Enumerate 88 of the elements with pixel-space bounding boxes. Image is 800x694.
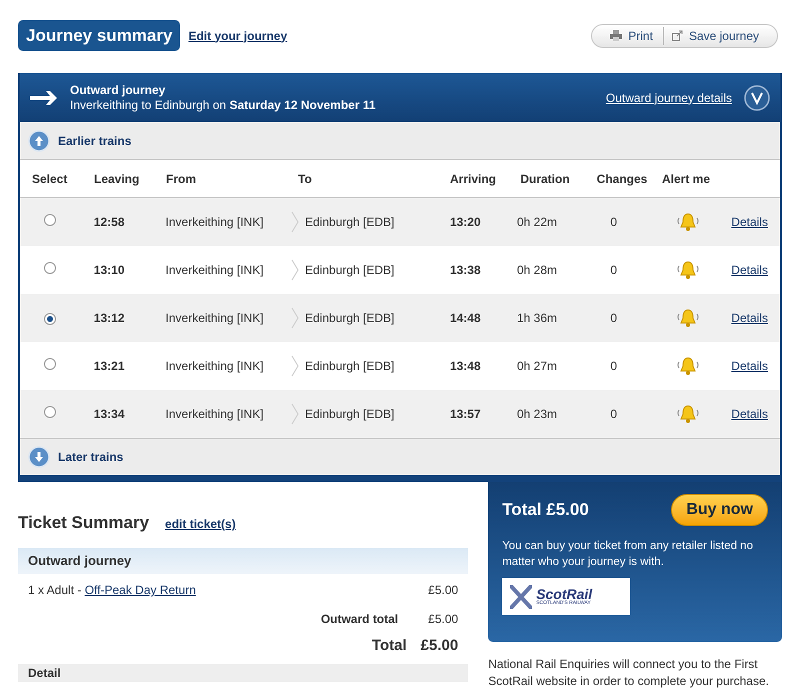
edit-tickets-link[interactable]: edit ticket(s) [165,515,236,533]
save-journey-button[interactable]: Save journey [662,26,765,44]
column-header: Alert me [662,170,712,188]
chevron-icon [291,307,299,329]
retailer-note: You can buy your ticket from any retailer listed no matter who your journey is with. [502,539,754,570]
arrow-icon [30,90,60,104]
earlier-trains-label[interactable]: Earlier trains [58,132,132,150]
to-station: Edinburgh [EDB] [305,406,394,423]
leaving-time: 12:58 [94,215,124,229]
arriving-time: 14:48 [450,311,481,325]
changes-count: 0 [610,215,618,229]
column-header: Duration [519,170,571,188]
column-header: Leaving [94,170,140,188]
bell-icon[interactable] [676,260,700,280]
changes-count: 0 [610,407,618,421]
to-station: Edinburgh [EDB] [305,358,394,375]
to-station: Edinburgh [EDB] [305,262,394,279]
arriving-time: 13:20 [450,215,481,229]
details-link[interactable]: Details [731,213,768,231]
details-section-bar: Detail [18,664,468,682]
radio-button[interactable] [44,406,56,418]
bell-icon[interactable] [676,356,700,376]
earlier-trains-bar[interactable]: Earlier trains [20,122,780,160]
radio-button[interactable] [44,214,56,226]
export-icon [672,30,683,41]
route-text: Inverkeithing to Edinburgh on Saturday 12 November 11 [70,98,376,112]
chevron-icon [291,403,299,425]
column-header: Changes [596,170,648,188]
details-link[interactable]: Details [731,309,768,327]
details-link[interactable]: Details [731,357,768,375]
column-header: Select [32,170,68,188]
expand-icon[interactable] [744,84,770,110]
leaving-time: 13:10 [94,263,124,277]
footer-note: National Rail Enquiries will connect you to the First ScotRail website in order to complete your purchase. [488,656,770,690]
outward-total-label: Outward total [320,611,398,628]
printer-icon [610,30,622,41]
outward-details-link[interactable]: Outward journey details [606,88,732,106]
section-heading: Outward journey [18,548,468,574]
buy-total: Total £5.00 [502,499,589,522]
from-station: Inverkeithing [INK] [166,406,264,423]
print-button[interactable]: Print [604,26,659,44]
buy-now-button[interactable]: Buy now [671,494,768,526]
column-header: Arriving [448,170,497,188]
leaving-time: 13:12 [94,311,124,325]
radio-button[interactable] [44,313,56,325]
outward-total: £5.00 [428,611,458,628]
arriving-time: 13:57 [450,407,481,421]
ticket-type-link[interactable]: Off-Peak Day Return [84,583,196,597]
arriving-time: 13:38 [450,263,481,277]
total-amount: £5.00 [420,636,458,656]
from-station: Inverkeithing [INK] [166,358,264,375]
changes-count: 0 [610,311,618,325]
to-station: Edinburgh [EDB] [305,310,394,327]
total-label: Total [372,636,407,656]
duration: 0h 22m [517,215,558,229]
leaving-time: 13:34 [94,407,124,421]
details-link[interactable]: Details [731,261,768,279]
duration: 0h 28m [517,263,558,277]
duration: 1h 36m [517,311,558,325]
to-station: Edinburgh [EDB] [305,214,394,231]
chevron-icon [291,259,299,281]
leaving-time: 13:21 [94,359,124,373]
from-station: Inverkeithing [INK] [166,214,264,231]
later-trains-bar[interactable]: Later trains [20,438,780,480]
ticket-price: £5.00 [428,582,458,599]
radio-button[interactable] [44,358,56,370]
duration: 0h 27m [517,359,558,373]
chevron-icon [291,211,299,233]
details-link[interactable]: Details [731,405,768,423]
arriving-time: 13:48 [450,359,481,373]
bell-icon[interactable] [676,212,700,232]
later-trains-label[interactable]: Later trains [58,448,124,466]
ticket-item: 1 x Adult - Off-Peak Day Return [28,582,196,599]
outward-journey-title: Outward journey [70,82,166,98]
edit-journey-link[interactable]: Edit your journey [188,26,288,44]
chevron-icon [291,355,299,377]
from-station: Inverkeithing [INK] [166,262,264,279]
changes-count: 0 [610,263,618,277]
changes-count: 0 [610,359,618,373]
bell-icon[interactable] [676,404,700,424]
bell-icon[interactable] [676,308,700,328]
column-header: To [298,170,313,188]
from-station: Inverkeithing [INK] [166,310,264,327]
radio-button[interactable] [44,262,56,274]
duration: 0h 23m [517,407,558,421]
column-header: From [166,170,197,188]
ticket-summary-title: Ticket Summary [18,512,150,534]
page-title: Journey summary [18,20,180,52]
